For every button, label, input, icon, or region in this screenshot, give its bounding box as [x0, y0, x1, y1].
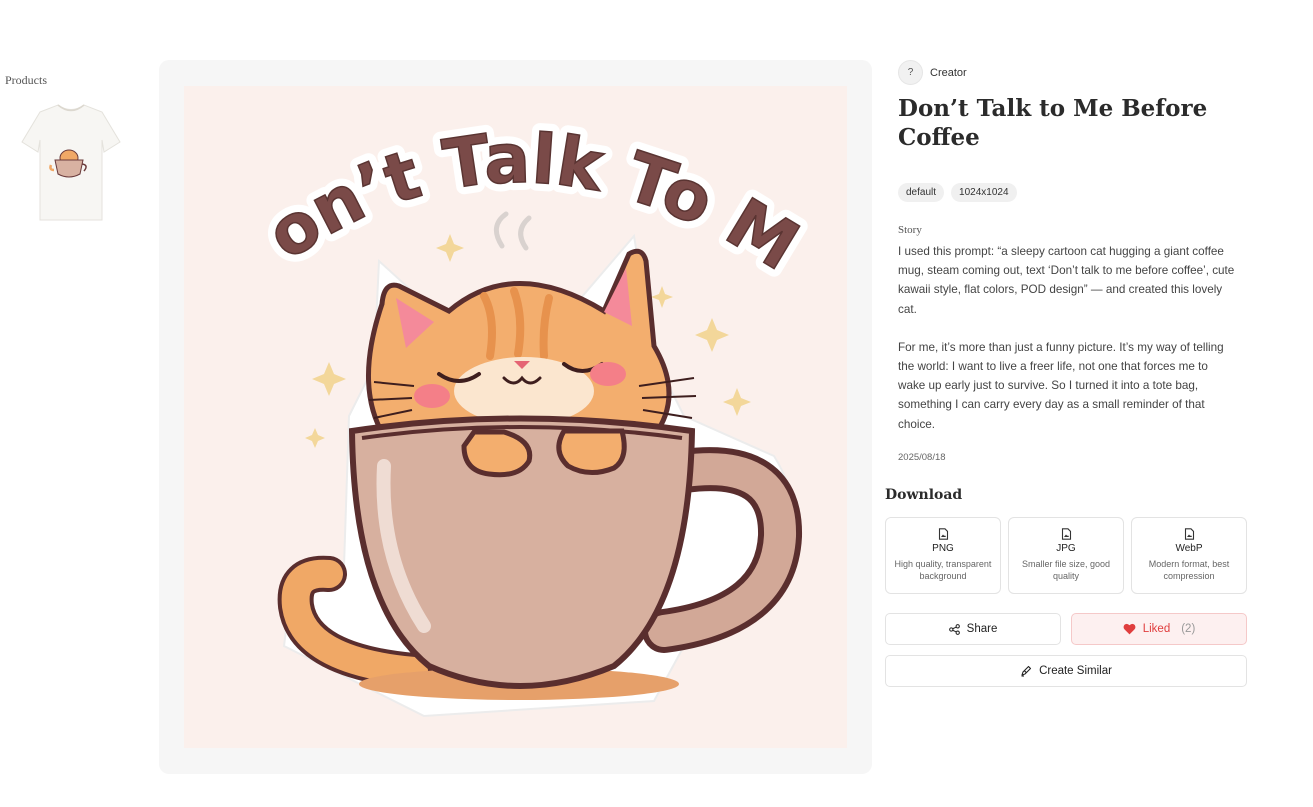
share-button[interactable]: Share [885, 613, 1061, 645]
file-image-icon [1061, 528, 1071, 540]
download-webp-button[interactable]: WebP Modern format, best compression [1131, 517, 1247, 594]
page-title: Don’t Talk to Me Before Coffee [898, 95, 1208, 151]
story-paragraph: I used this prompt: “a sleepy cartoon ca… [898, 245, 1235, 316]
artwork-image[interactable]: Don’t Talk To Me Don’t Talk To Me [184, 86, 847, 748]
download-options: PNG High quality, transparent background… [885, 517, 1247, 594]
like-count: (2) [1181, 623, 1196, 635]
share-icon [948, 623, 960, 635]
like-button[interactable]: Liked (2) [1071, 613, 1247, 645]
tag-style[interactable]: default [898, 183, 945, 202]
publish-date: 2025/08/18 [898, 452, 946, 463]
file-image-icon [938, 528, 948, 540]
products-label: Products [5, 73, 47, 87]
create-similar-label: Create Similar [1039, 665, 1112, 677]
share-label: Share [966, 623, 998, 635]
product-thumbnail-tshirt[interactable] [18, 100, 124, 226]
create-similar-button[interactable]: Create Similar [885, 655, 1247, 687]
avatar: ? [898, 60, 923, 85]
file-image-icon [1184, 528, 1194, 540]
download-heading: Download [885, 487, 963, 503]
format-name: JPG [1056, 543, 1076, 554]
story-label: Story [898, 224, 922, 236]
story-paragraph: For me, it’s more than just a funny pict… [898, 340, 1224, 431]
format-name: PNG [932, 543, 954, 554]
artwork-headline: Don’t Talk To Me [184, 86, 812, 287]
tag-size[interactable]: 1024x1024 [951, 183, 1017, 202]
story-text: I used this prompt: “a sleepy cartoon ca… [898, 242, 1238, 434]
format-description: High quality, transparent background [894, 559, 992, 581]
download-jpg-button[interactable]: JPG Smaller file size, good quality [1008, 517, 1124, 594]
creator-name: Creator [930, 66, 967, 79]
svg-text:Don’t Talk To Me: Don’t Talk To Me [184, 86, 811, 286]
magic-pen-icon [1021, 665, 1032, 677]
format-name: WebP [1175, 543, 1203, 554]
creator-link[interactable]: ? Creator [898, 60, 967, 85]
download-png-button[interactable]: PNG High quality, transparent background [885, 517, 1001, 594]
format-description: Modern format, best compression [1148, 559, 1230, 581]
heart-icon [1123, 623, 1136, 635]
liked-label: Liked [1142, 623, 1171, 635]
tag-list: default 1024x1024 [898, 183, 1017, 202]
format-description: Smaller file size, good quality [1021, 559, 1111, 581]
